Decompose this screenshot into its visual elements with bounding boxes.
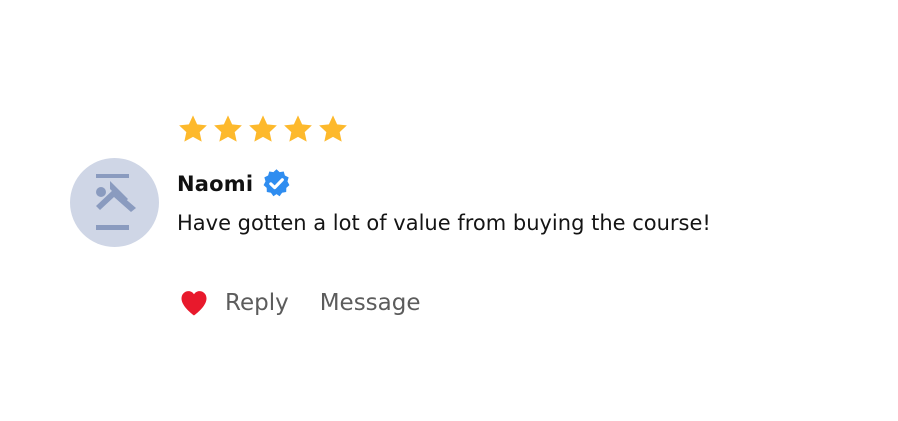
message-button[interactable]: Message xyxy=(320,290,421,316)
avatar[interactable] xyxy=(70,158,159,247)
reply-button[interactable]: Reply xyxy=(225,290,289,316)
heart-icon[interactable] xyxy=(179,289,209,317)
verified-badge-icon xyxy=(263,169,290,197)
author-row: Naomi xyxy=(177,168,292,199)
star-icon xyxy=(284,115,312,142)
review-text: Have gotten a lot of value from buying t… xyxy=(177,211,711,235)
star-icon xyxy=(319,115,347,142)
star-icon xyxy=(249,115,277,142)
review-actions: Reply Message xyxy=(179,289,421,317)
star-icon xyxy=(214,115,242,142)
placeholder-avatar-icon xyxy=(96,174,136,230)
star-icon xyxy=(179,115,207,142)
star-rating xyxy=(176,113,350,145)
author-name[interactable]: Naomi xyxy=(177,172,253,196)
